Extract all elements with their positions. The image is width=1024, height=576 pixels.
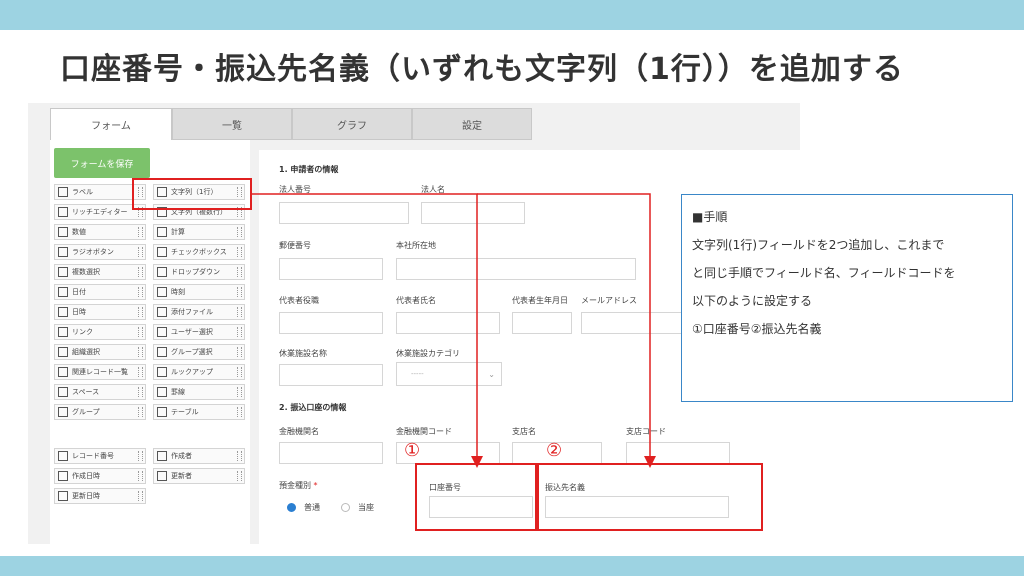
instruction-callout: ■手順 文字列(1行)フィールドを2つ追加し、これまで と同じ手順でフィールド名…	[681, 194, 1013, 402]
arrow-to-account-holder	[477, 193, 656, 468]
arrow-to-account-no	[252, 193, 483, 468]
callout-line-3: 以下のように設定する	[692, 294, 813, 308]
callout-line-1: 文字列(1行)フィールドを2つ追加し、これまで	[692, 238, 945, 252]
callout-line-4: ①口座番号②振込先名義	[692, 322, 822, 336]
bottom-accent-bar	[0, 556, 1024, 576]
callout-line-2: と同じ手順でフィールド名、フィールドコードを	[692, 266, 956, 280]
callout-heading: ■手順	[692, 210, 728, 224]
